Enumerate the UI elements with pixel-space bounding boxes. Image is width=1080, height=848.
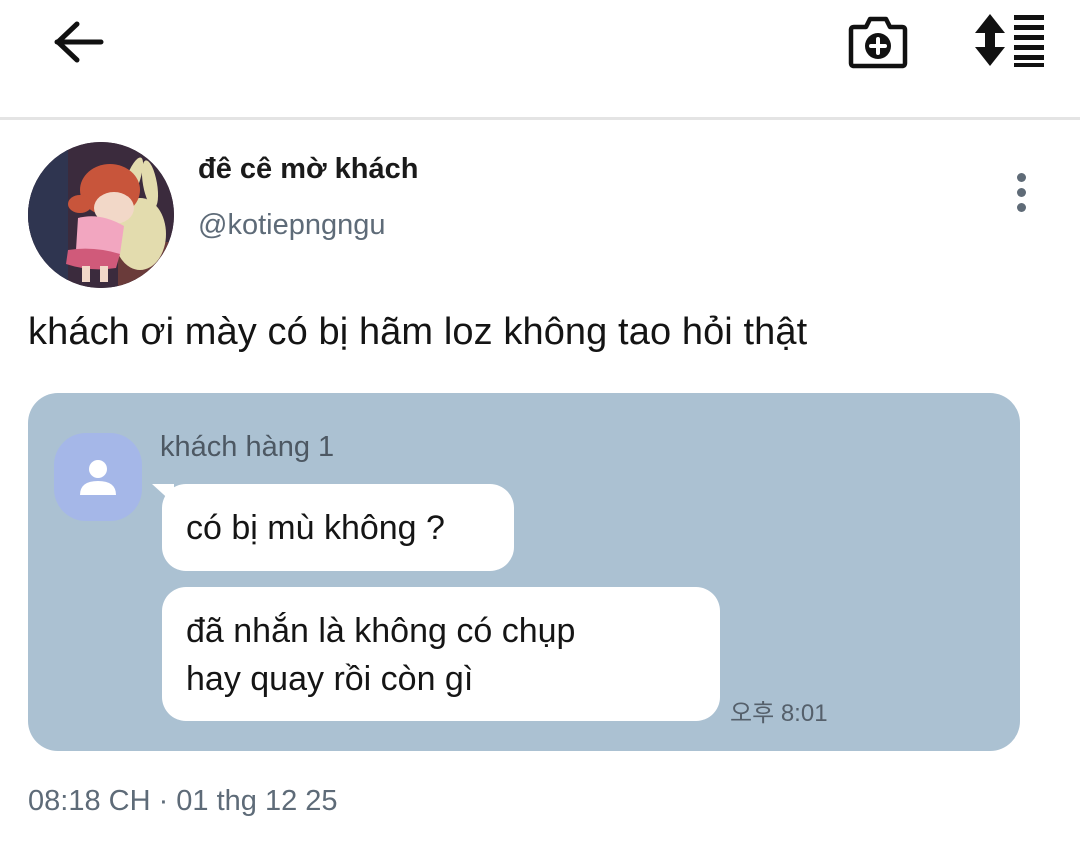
more-vertical-icon-dot [1016,187,1026,197]
post: đê cê mờ khách @kotiepngngu khách ơi mày… [0,123,1080,848]
camera-plus-icon [848,16,908,69]
person-icon [80,460,116,495]
camera-button[interactable] [842,8,914,72]
chat-avatar [54,433,142,521]
avatar-illustration [28,142,174,288]
more-vertical-icon-dot [1016,202,1026,212]
more-options-button[interactable] [1000,167,1042,217]
arrow-left-icon [54,21,104,63]
sort-button[interactable] [968,8,1052,72]
chat-message-line: hay quay rồi còn gì [186,660,474,698]
display-name[interactable]: đê cê mờ khách [198,153,419,186]
post-text: khách ơi mày có bị hãm loz không tao hỏi… [28,311,808,353]
post-timestamp: 08:18 CH · 01 thg 12 25 [28,785,338,817]
chat-message-line: đã nhắn là không có chụp [186,612,576,650]
chat-message-text: có bị mù không ? [186,509,445,547]
sort-list-icon [975,14,1044,67]
chat-bubble: có bị mù không ? [162,484,514,571]
attached-chat-screenshot[interactable]: khách hàng 1 có bị mù không ? đã nhắn là… [28,393,1020,751]
user-handle[interactable]: @kotiepngngu [198,209,385,242]
chat-timestamp: 오후 8:01 [730,700,828,727]
avatar[interactable] [28,142,174,288]
back-button[interactable] [44,12,114,72]
chat-bubble: đã nhắn là không có chụp hay quay rồi cò… [162,587,720,721]
chat-sender-name: khách hàng 1 [160,431,335,463]
more-vertical-icon [1016,172,1026,182]
top-app-bar [0,0,1080,120]
